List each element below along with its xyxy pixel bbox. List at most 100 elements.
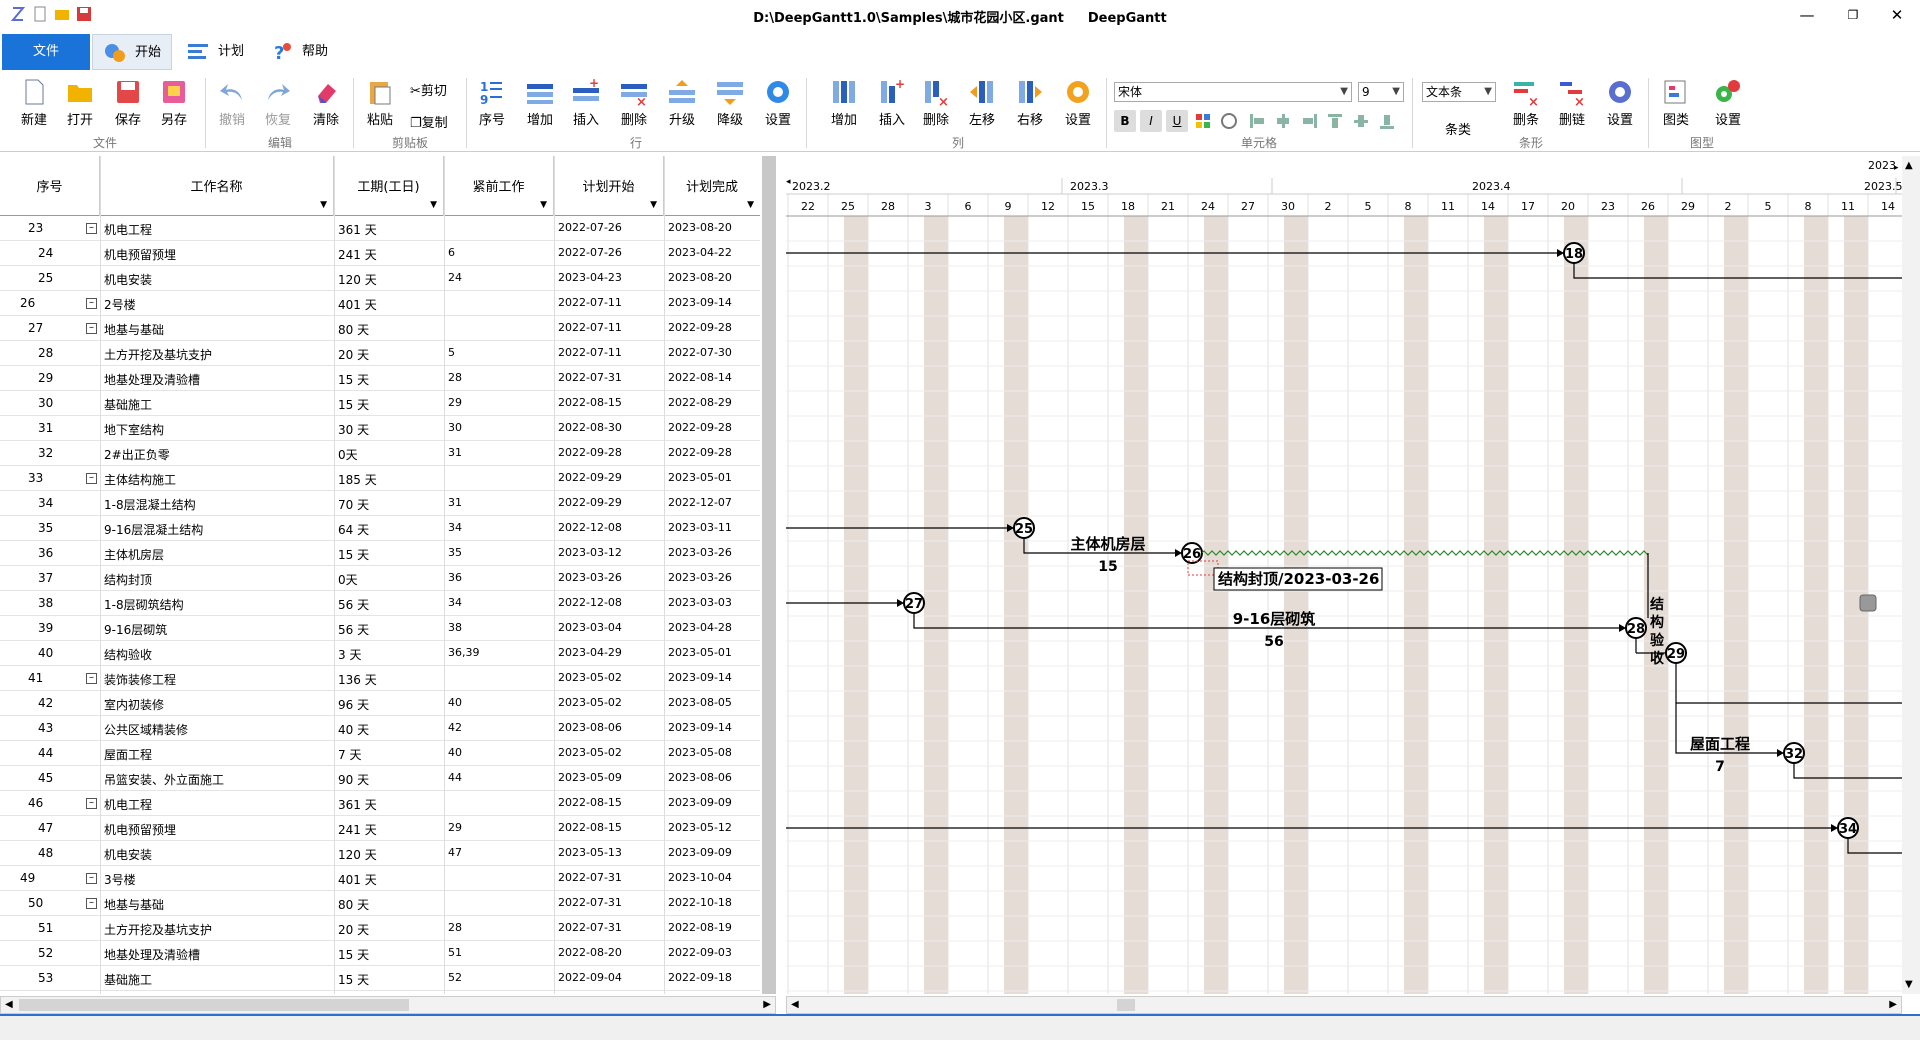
cell-predecessor[interactable]: 36 xyxy=(448,571,462,584)
cell-start[interactable]: 2023-08-06 xyxy=(558,721,622,734)
cell-end[interactable]: 2023-05-08 xyxy=(668,746,732,759)
cell-start[interactable]: 2023-05-02 xyxy=(558,696,622,709)
cell-duration[interactable]: 15 天 xyxy=(338,971,369,988)
table-row[interactable]: 33 – 主体结构施工 185 天 2022-09-29 2023-05-01 xyxy=(0,466,760,491)
cell-name[interactable]: 2号楼 xyxy=(104,296,136,313)
col-insert-button[interactable]: + 插入 xyxy=(872,77,912,128)
row-settings-button[interactable]: 设置 xyxy=(758,78,798,128)
scroll-right-icon[interactable]: ▶ xyxy=(1889,999,1897,1010)
cell-end[interactable]: 2022-09-28 xyxy=(668,446,732,459)
scroll-to-task-button[interactable] xyxy=(1859,594,1877,612)
cell-end[interactable]: 2023-09-09 xyxy=(668,846,732,859)
cell-predecessor[interactable]: 52 xyxy=(448,971,462,984)
scroll-thumb[interactable] xyxy=(19,999,409,1011)
cell-start[interactable]: 2022-07-26 xyxy=(558,246,622,259)
cell-end[interactable]: 2022-09-03 xyxy=(668,946,732,959)
cell-predecessor[interactable]: 40 xyxy=(448,746,462,759)
cell-name[interactable]: 1-8层混凝土结构 xyxy=(104,496,196,513)
cell-duration[interactable]: 0天 xyxy=(338,571,358,588)
chart-type-button[interactable]: 图类 xyxy=(1654,78,1698,128)
cell-name[interactable]: 屋面工程 xyxy=(104,746,152,763)
cell-name[interactable]: 主体机房层 xyxy=(104,546,164,563)
bold-button[interactable]: B xyxy=(1114,110,1136,132)
cell-start[interactable]: 2023-05-02 xyxy=(558,746,622,759)
row-add-button[interactable]: 增加 xyxy=(520,78,560,128)
table-row[interactable]: 47 机电预留预埋 241 天 29 2022-08-15 2023-05-12 xyxy=(0,816,760,841)
cell-end[interactable]: 2023-03-03 xyxy=(668,596,732,609)
cell-name[interactable]: 9-16层砌筑 xyxy=(104,621,167,638)
cell-name[interactable]: 3号楼 xyxy=(104,871,136,888)
underline-button[interactable]: U xyxy=(1166,110,1188,132)
minimize-button[interactable]: — xyxy=(1784,0,1830,30)
table-row[interactable]: 43 公共区域精装修 40 天 42 2023-08-06 2023-09-14 xyxy=(0,716,760,741)
cell-end[interactable]: 2023-09-14 xyxy=(668,296,732,309)
table-row[interactable]: 29 地基处理及清验槽 15 天 28 2022-07-31 2022-08-14 xyxy=(0,366,760,391)
cell-duration[interactable]: 96 天 xyxy=(338,696,369,713)
col-add-button[interactable]: 增加 xyxy=(824,78,864,128)
cell-name[interactable]: 机电工程 xyxy=(104,796,152,813)
table-horizontal-scrollbar[interactable]: ◀ ▶ xyxy=(0,996,776,1014)
collapse-toggle-icon[interactable]: – xyxy=(86,223,97,234)
cell-name[interactable]: 9-16层混凝土结构 xyxy=(104,521,203,538)
cut-button[interactable]: ✂剪切 xyxy=(410,80,460,99)
cell-duration[interactable]: 40 天 xyxy=(338,721,369,738)
cell-predecessor[interactable]: 44 xyxy=(448,771,462,784)
cell-duration[interactable]: 361 天 xyxy=(338,221,377,238)
align-top-icon[interactable] xyxy=(1324,110,1346,132)
cell-name[interactable]: 2#出正负零 xyxy=(104,446,170,463)
cell-end[interactable]: 2022-08-14 xyxy=(668,371,732,384)
column-header-start[interactable]: 计划开始 ▼ xyxy=(554,156,664,216)
cell-name[interactable]: 室内初装修 xyxy=(104,696,164,713)
col-delete-button[interactable]: × 删除 xyxy=(916,78,956,128)
link-delete-button[interactable]: × 删链 xyxy=(1552,78,1592,128)
cell-duration[interactable]: 241 天 xyxy=(338,246,377,263)
cell-duration[interactable]: 185 天 xyxy=(338,471,377,488)
table-row[interactable]: 49 –3号楼 401 天 2022-07-31 2023-10-04 xyxy=(0,866,760,891)
cell-end[interactable]: 2022-12-07 xyxy=(668,496,732,509)
bar-style-select[interactable]: 文本条 ▼ xyxy=(1422,82,1496,102)
cell-end[interactable]: 2023-09-14 xyxy=(668,671,732,684)
scroll-left-icon[interactable]: ◀ xyxy=(791,999,799,1010)
cell-name[interactable]: 地基处理及清验槽 xyxy=(104,946,200,963)
cell-name[interactable]: 地基与基础 xyxy=(104,321,164,338)
font-size-select[interactable]: 9 ▼ xyxy=(1358,82,1404,102)
cell-end[interactable]: 2023-10-04 xyxy=(668,871,732,884)
font-color-button[interactable] xyxy=(1192,110,1214,132)
cell-predecessor[interactable]: 31 xyxy=(448,446,462,459)
cell-start[interactable]: 2022-07-31 xyxy=(558,871,622,884)
downgrade-button[interactable]: 降级 xyxy=(710,78,750,128)
cell-start[interactable]: 2022-08-15 xyxy=(558,396,622,409)
cell-end[interactable]: 2022-09-28 xyxy=(668,321,732,334)
cell-duration[interactable]: 15 天 xyxy=(338,371,369,388)
collapse-toggle-icon[interactable]: – xyxy=(86,298,97,309)
cell-duration[interactable]: 64 天 xyxy=(338,521,369,538)
undo-button[interactable]: 撤销 xyxy=(212,78,252,128)
cell-duration[interactable]: 80 天 xyxy=(338,896,369,913)
cell-start[interactable]: 2023-05-09 xyxy=(558,771,622,784)
cell-start[interactable]: 2022-07-26 xyxy=(558,221,622,234)
cell-predecessor[interactable]: 51 xyxy=(448,946,462,959)
align-center-icon[interactable] xyxy=(1272,110,1294,132)
cell-predecessor[interactable]: 34 xyxy=(448,521,462,534)
cell-name[interactable]: 机电工程 xyxy=(104,221,152,238)
cell-predecessor[interactable]: 29 xyxy=(448,821,462,834)
cell-end[interactable]: 2023-05-12 xyxy=(668,821,732,834)
cell-name[interactable]: 1-8层砌筑结构 xyxy=(104,596,184,613)
cell-name[interactable]: 主体结构施工 xyxy=(104,471,176,488)
table-row[interactable]: 35 9-16层混凝土结构 64 天 34 2022-12-08 2023-03-11 xyxy=(0,516,760,541)
cell-end[interactable]: 2022-08-19 xyxy=(668,921,732,934)
saveas-button[interactable]: 另存 xyxy=(154,78,194,128)
cell-duration[interactable]: 15 天 xyxy=(338,396,369,413)
table-row[interactable]: 26 –2号楼 401 天 2022-07-11 2023-09-14 xyxy=(0,291,760,316)
cell-name[interactable]: 机电预留预埋 xyxy=(104,821,176,838)
cell-duration[interactable]: 15 天 xyxy=(338,946,369,963)
row-delete-button[interactable]: × 删除 xyxy=(614,78,654,128)
cell-end[interactable]: 2023-08-06 xyxy=(668,771,732,784)
table-row[interactable]: 27 – 地基与基础 80 天 2022-07-11 2022-09-28 xyxy=(0,316,760,341)
table-row[interactable]: 25 机电安装 120 天 24 2023-04-23 2023-08-20 xyxy=(0,266,760,291)
cell-predecessor[interactable]: 30 xyxy=(448,421,462,434)
column-header-id[interactable]: 序号 xyxy=(0,156,100,216)
cell-start[interactable]: 2022-07-31 xyxy=(558,896,622,909)
cell-predecessor[interactable]: 29 xyxy=(448,396,462,409)
table-row[interactable]: 31 地下室结构 30 天 30 2022-08-30 2022-09-28 xyxy=(0,416,760,441)
